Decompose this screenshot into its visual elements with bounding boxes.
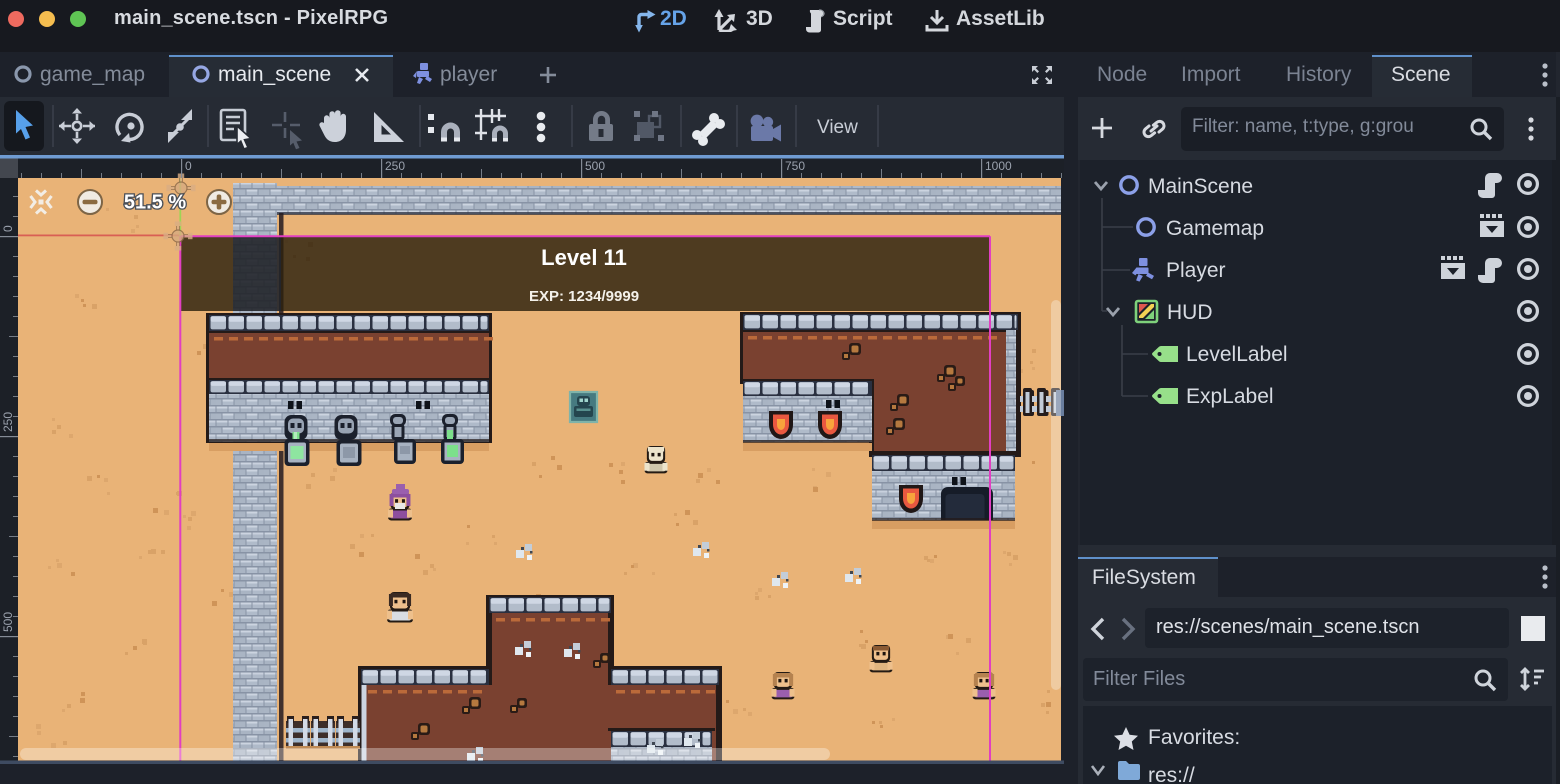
svg-text:Gamemap: Gamemap <box>1166 217 1264 240</box>
svg-text:1000: 1000 <box>985 159 1012 173</box>
svg-text:750: 750 <box>785 159 805 173</box>
svg-text:EXP: 1234/9999: EXP: 1234/9999 <box>529 288 639 305</box>
svg-text:51.5 %: 51.5 % <box>124 192 186 214</box>
svg-text:View: View <box>817 117 858 138</box>
svg-text:0: 0 <box>185 159 192 173</box>
svg-text:Level 11: Level 11 <box>541 245 627 270</box>
svg-text:Player: Player <box>1166 259 1226 282</box>
svg-text:500: 500 <box>1 612 15 632</box>
svg-text:MainScene: MainScene <box>1148 175 1253 198</box>
svg-text:250: 250 <box>385 159 405 173</box>
svg-text:ExpLabel: ExpLabel <box>1186 385 1274 408</box>
svg-text:0: 0 <box>1 225 15 232</box>
svg-text:250: 250 <box>1 412 15 432</box>
svg-text:HUD: HUD <box>1167 301 1213 324</box>
svg-text:500: 500 <box>585 159 605 173</box>
svg-text:LevelLabel: LevelLabel <box>1186 343 1288 366</box>
